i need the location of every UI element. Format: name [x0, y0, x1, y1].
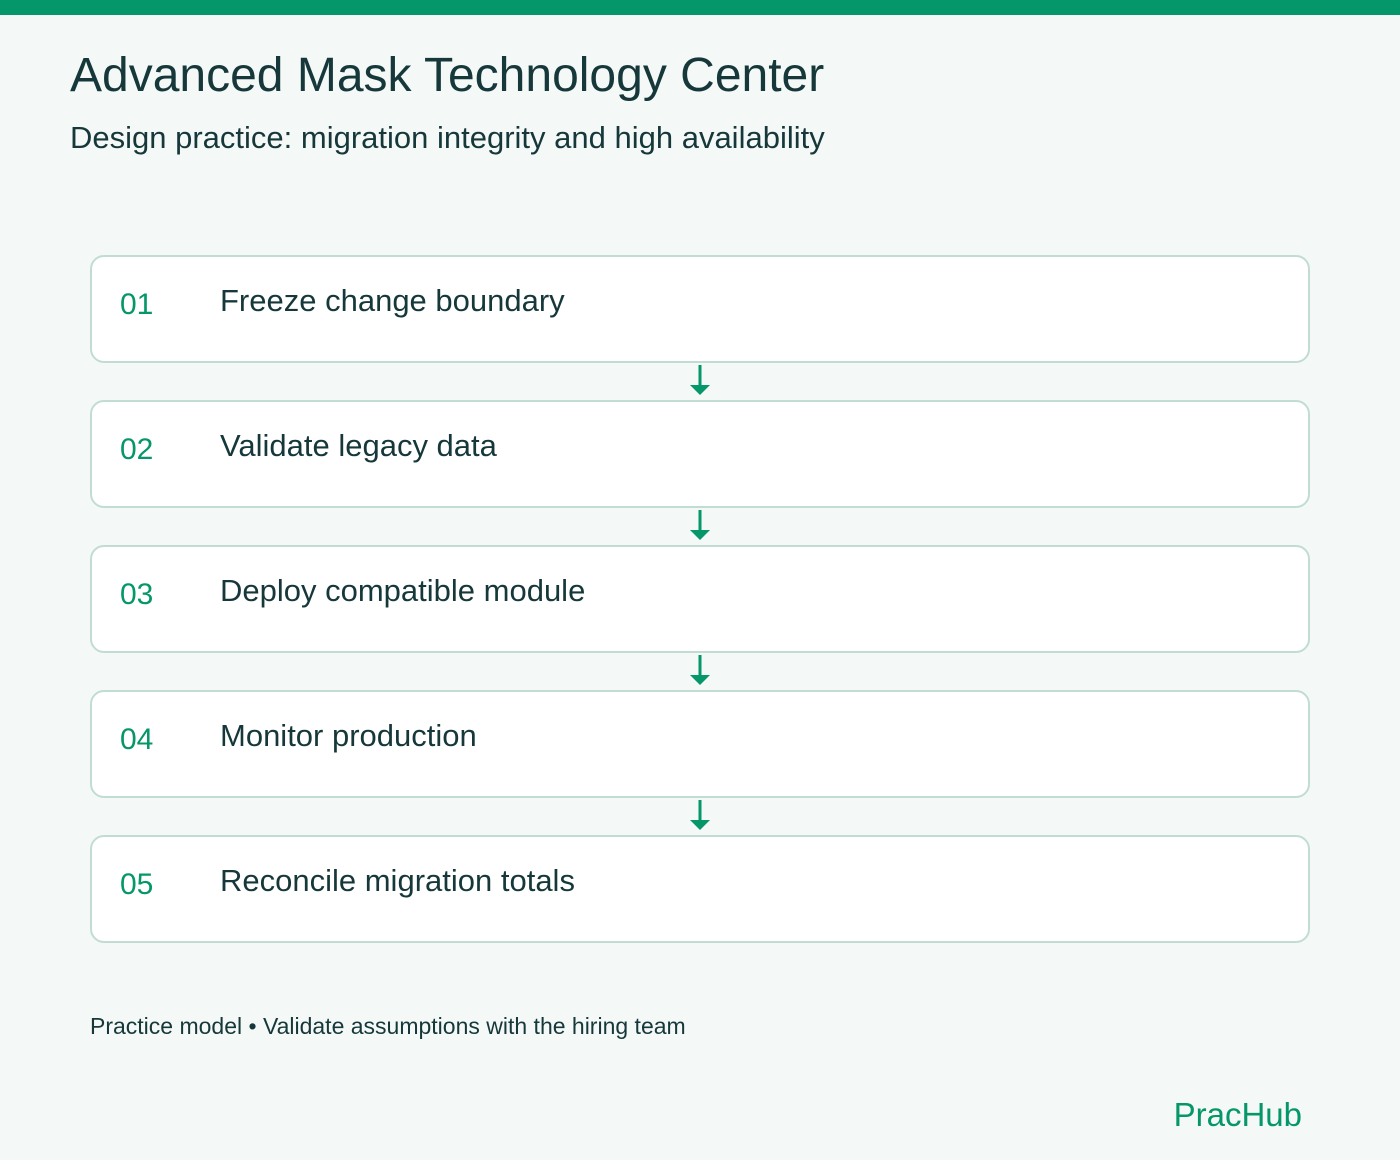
arrow-down-icon	[690, 365, 710, 395]
step-label: Validate legacy data	[220, 428, 497, 463]
step-label: Deploy compatible module	[220, 573, 586, 608]
step-connector	[90, 508, 1310, 545]
step-card-5: 05 Reconcile migration totals	[90, 835, 1310, 943]
arrow-down-icon	[690, 510, 710, 540]
top-accent-bar	[0, 0, 1400, 15]
step-connector	[90, 653, 1310, 690]
page-title: Advanced Mask Technology Center	[70, 49, 825, 102]
step-connector	[90, 363, 1310, 400]
step-connector	[90, 798, 1310, 835]
step-label: Reconcile migration totals	[220, 863, 575, 898]
step-card-2: 02 Validate legacy data	[90, 400, 1310, 508]
step-number: 01	[120, 288, 154, 321]
step-card-3: 03 Deploy compatible module	[90, 545, 1310, 653]
arrow-down-icon	[690, 655, 710, 685]
step-card-1: 01 Freeze change boundary	[90, 255, 1310, 363]
step-card-4: 04 Monitor production	[90, 690, 1310, 798]
step-number: 02	[120, 433, 154, 466]
arrow-down-icon	[690, 800, 710, 830]
step-label: Freeze change boundary	[220, 283, 565, 318]
step-number: 04	[120, 723, 154, 756]
step-number: 05	[120, 868, 154, 901]
process-flow: 01 Freeze change boundary 02 Validate le…	[90, 255, 1310, 943]
step-number: 03	[120, 578, 154, 611]
footer-note: Practice model • Validate assumptions wi…	[90, 1013, 686, 1039]
brand-logo: PracHub	[1173, 1096, 1302, 1133]
step-label: Monitor production	[220, 718, 477, 753]
page-subtitle: Design practice: migration integrity and…	[70, 120, 825, 155]
